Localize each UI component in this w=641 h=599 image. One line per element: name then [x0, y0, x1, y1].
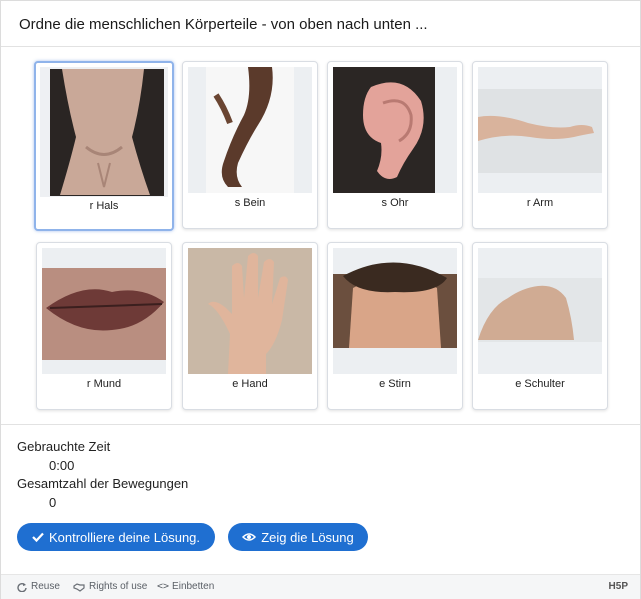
h5p-content-frame: Ordne die menschlichen Körperteile - von… — [0, 0, 641, 599]
moves-value: 0 — [49, 495, 57, 510]
reuse-label: Reuse — [31, 581, 60, 592]
mouth-image — [42, 248, 166, 374]
card-label: s Bein — [234, 197, 266, 209]
handshake-icon — [73, 582, 85, 592]
card-label: e Schulter — [515, 378, 565, 390]
rights-of-use-link[interactable]: Rights of use — [73, 581, 147, 592]
rights-of-use-label: Rights of use — [89, 581, 148, 592]
card-leg[interactable]: s Bein — [182, 61, 318, 229]
leg-image — [188, 67, 312, 193]
card-hand[interactable]: e Hand — [182, 242, 318, 410]
shoulder-image — [478, 248, 602, 374]
moves-label: Gesamtzahl der Bewegungen — [17, 476, 189, 491]
eye-icon — [242, 532, 257, 542]
card-label: r Arm — [526, 197, 554, 209]
hand-image — [188, 248, 312, 374]
check-solution-label: Kontrolliere deine Lösung. — [48, 529, 201, 545]
card-neck[interactable]: r Hals — [34, 61, 174, 231]
card-label: e Stirn — [379, 378, 411, 390]
embed-link[interactable]: <> Einbetten — [157, 581, 214, 592]
check-icon — [32, 531, 44, 543]
forehead-image — [333, 248, 457, 374]
task-title: Ordne die menschlichen Körperteile - von… — [19, 16, 428, 33]
check-solution-button[interactable]: Kontrolliere deine Lösung. — [17, 523, 215, 551]
card-label: e Hand — [232, 378, 268, 390]
neck-image — [40, 67, 168, 197]
arm-image — [478, 67, 602, 193]
card-label: r Mund — [86, 378, 122, 390]
reuse-icon — [17, 582, 27, 592]
h5p-logo[interactable]: H5P — [609, 581, 628, 592]
time-label: Gebrauchte Zeit — [17, 439, 111, 454]
card-label: r Hals — [89, 200, 119, 212]
show-solution-label: Zeig die Lösung — [261, 529, 354, 545]
embed-label: Einbetten — [172, 581, 215, 592]
code-icon: <> — [157, 581, 170, 592]
show-solution-button[interactable]: Zeig die Lösung — [228, 523, 368, 551]
section-divider — [1, 424, 640, 425]
reuse-link[interactable]: Reuse — [17, 581, 60, 592]
card-label: s Ohr — [381, 197, 409, 209]
ear-image — [333, 67, 457, 193]
card-mouth[interactable]: r Mund — [36, 242, 172, 410]
task-header: Ordne die menschlichen Körperteile - von… — [1, 1, 640, 47]
footer-bar: Reuse Rights of use <> Einbetten H5P — [1, 574, 640, 599]
card-arm[interactable]: r Arm — [472, 61, 608, 229]
card-shoulder[interactable]: e Schulter — [472, 242, 608, 410]
card-ear[interactable]: s Ohr — [327, 61, 463, 229]
time-value: 0:00 — [49, 458, 75, 473]
card-forehead[interactable]: e Stirn — [327, 242, 463, 410]
